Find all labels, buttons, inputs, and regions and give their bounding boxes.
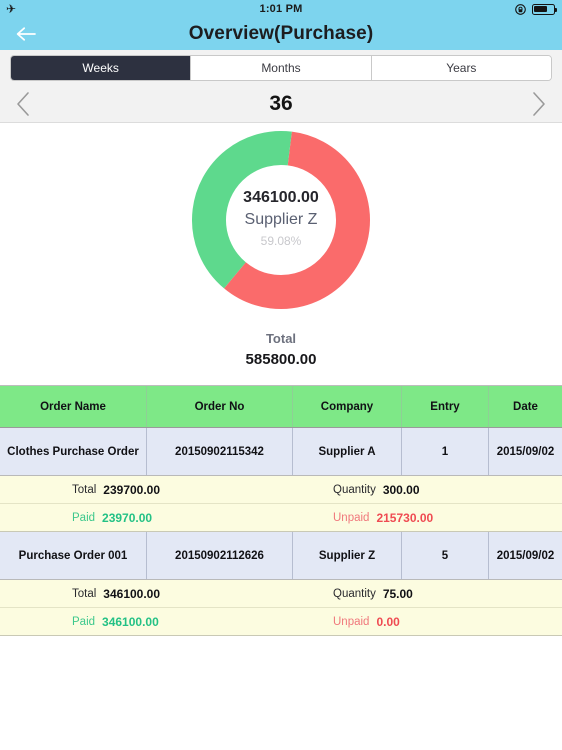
app-root: ✈ 1:01 PM Overview(Purchase) Weeks Month…: [0, 0, 562, 750]
cell-company: Supplier Z: [293, 532, 402, 579]
subcell-paid: Paid 346100.00: [0, 615, 281, 629]
cell-order-no: 20150902115342: [147, 428, 293, 475]
status-bar: ✈ 1:01 PM: [0, 0, 562, 18]
grand-total-label: Total: [265, 331, 297, 346]
label-quantity: Quantity: [333, 483, 376, 496]
column-header-order-name: Order Name: [0, 386, 147, 427]
period-pager: 36: [0, 85, 562, 123]
subcell-total: Total 346100.00: [0, 587, 281, 601]
tab-years[interactable]: Years: [371, 56, 551, 80]
grand-total-block: Total 585800.00: [0, 313, 562, 385]
tab-months[interactable]: Months: [191, 56, 372, 80]
value-unpaid: 0.00: [376, 614, 400, 629]
subcell-unpaid: Unpaid 215730.00: [281, 511, 562, 525]
table-row[interactable]: Purchase Order 001 20150902112626 Suppli…: [0, 532, 562, 580]
table-subrow-totals: Total 239700.00 Quantity 300.00: [0, 476, 562, 504]
donut-chart-area: 346100.00 Supplier Z 59.08%: [0, 123, 562, 313]
donut-chart[interactable]: 346100.00 Supplier Z 59.08%: [191, 130, 371, 310]
column-header-company: Company: [293, 386, 402, 427]
value-total: 239700.00: [103, 482, 161, 497]
table-header-row: Order Name Order No Company Entry Date: [0, 386, 562, 428]
subcell-quantity: Quantity 300.00: [281, 483, 562, 497]
label-total: Total: [72, 587, 97, 600]
cell-entry: 5: [402, 532, 489, 579]
subcell-quantity: Quantity 75.00: [281, 587, 562, 601]
status-bar-time: 1:01 PM: [259, 3, 303, 15]
cell-company: Supplier A: [293, 428, 402, 475]
label-quantity: Quantity: [333, 587, 376, 600]
label-unpaid: Unpaid: [333, 511, 370, 524]
table-subrow-totals: Total 346100.00 Quantity 75.00: [0, 580, 562, 608]
subcell-unpaid: Unpaid 0.00: [281, 615, 562, 629]
grand-total-value: 585800.00: [245, 350, 317, 368]
rotation-lock-icon: [515, 3, 526, 15]
table-subrow-payment: Paid 23970.00 Unpaid 215730.00: [0, 504, 562, 532]
table-subrow-payment: Paid 346100.00 Unpaid 0.00: [0, 608, 562, 636]
battery-icon: [532, 3, 558, 15]
label-total: Total: [72, 483, 97, 496]
label-paid: Paid: [72, 511, 96, 524]
table-empty-space: [0, 636, 562, 750]
value-unpaid: 215730.00: [376, 510, 434, 525]
status-bar-right: [515, 0, 558, 18]
column-header-entry: Entry: [402, 386, 489, 427]
cell-order-name: Purchase Order 001: [0, 532, 147, 579]
segmented-control[interactable]: Weeks Months Years: [10, 55, 552, 81]
donut-chart-svg: [192, 130, 370, 309]
tab-weeks[interactable]: Weeks: [11, 56, 192, 80]
value-quantity: 300.00: [382, 482, 420, 497]
label-paid: Paid: [72, 615, 96, 628]
subcell-paid: Paid 23970.00: [0, 511, 281, 525]
cell-order-no: 20150902112626: [147, 532, 293, 579]
cell-date: 2015/09/02: [496, 445, 555, 458]
subcell-total: Total 239700.00: [0, 483, 281, 497]
value-paid: 346100.00: [102, 614, 159, 629]
cell-entry: 1: [402, 428, 489, 475]
value-paid: 23970.00: [102, 510, 153, 525]
value-total: 346100.00: [103, 586, 161, 601]
orders-table: Order Name Order No Company Entry Date C…: [0, 385, 562, 750]
period-label: 36: [269, 91, 293, 115]
column-header-date: Date: [513, 400, 538, 413]
cell-order-name: Clothes Purchase Order: [0, 428, 147, 475]
column-header-order-no: Order No: [147, 386, 293, 427]
label-unpaid: Unpaid: [333, 615, 370, 628]
table-row[interactable]: Clothes Purchase Order 20150902115342 Su…: [0, 428, 562, 476]
segmented-control-wrap: Weeks Months Years: [0, 50, 562, 85]
navigation-bar: Overview(Purchase): [0, 18, 562, 50]
page-title: Overview(Purchase): [188, 23, 374, 44]
cell-date: 2015/09/02: [496, 549, 555, 562]
value-quantity: 75.00: [382, 586, 413, 601]
